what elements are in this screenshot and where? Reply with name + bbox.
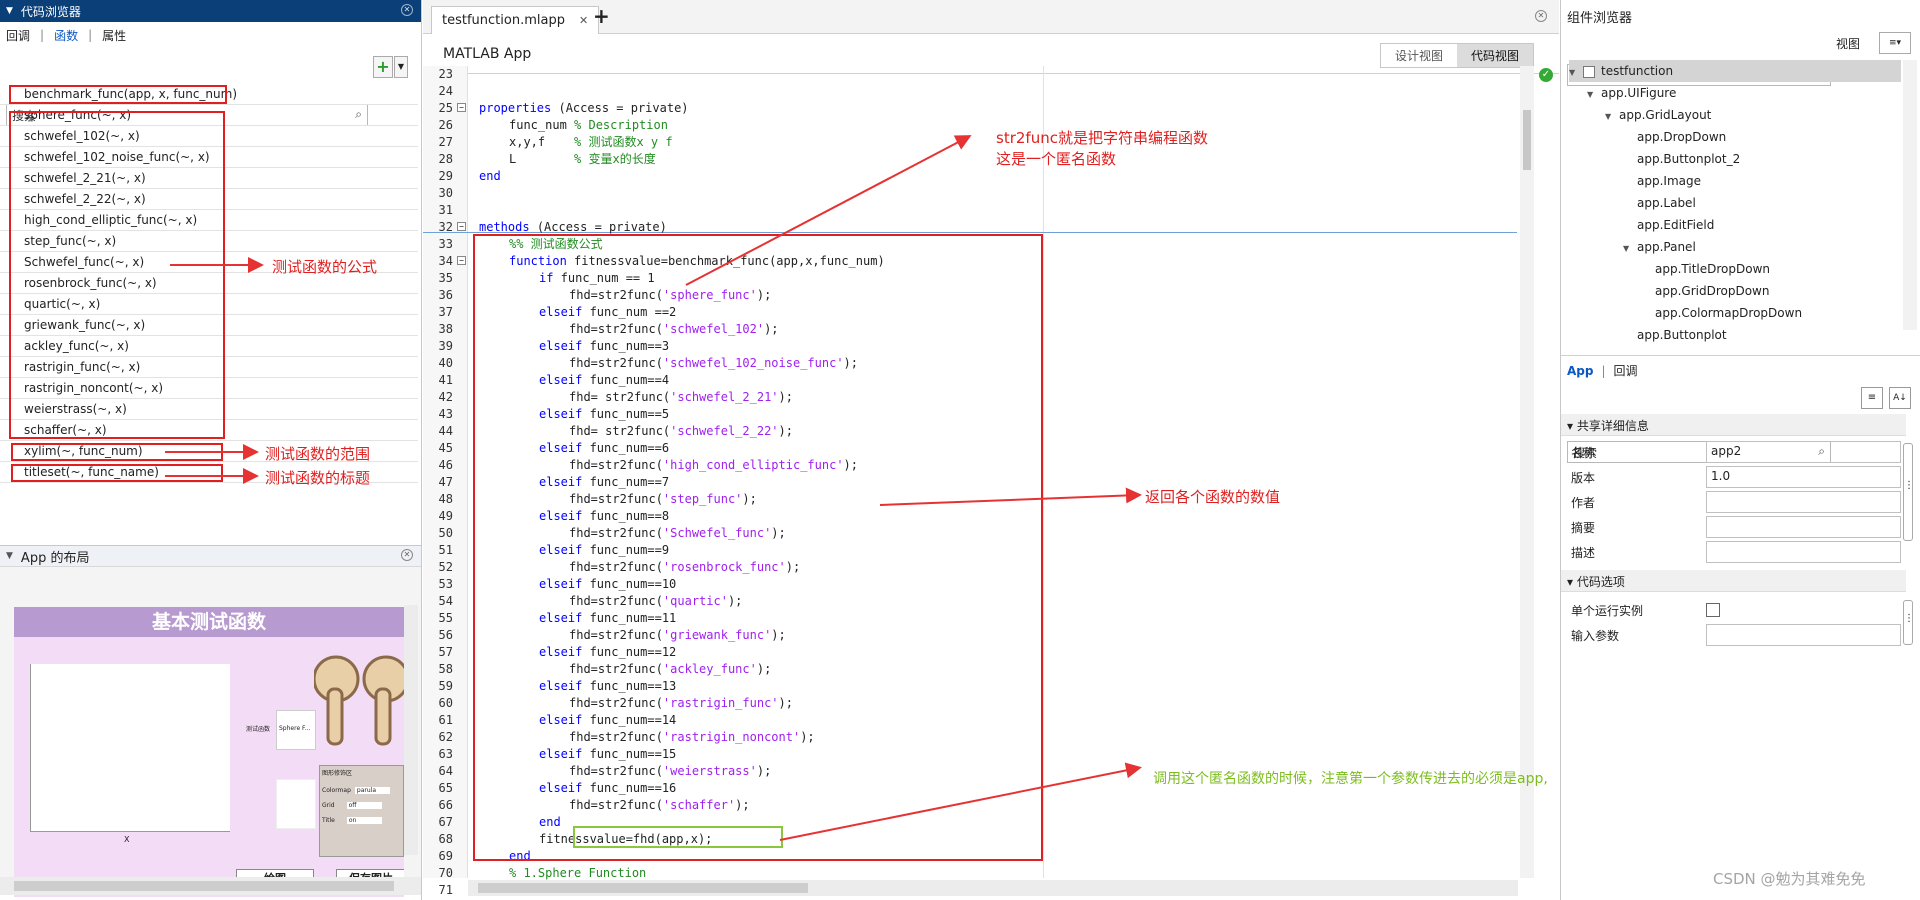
tree-node[interactable]: app.DropDown [1623,126,1901,148]
expand-chevron-icon[interactable]: ▼ [1587,84,1601,106]
tree-node[interactable]: app.Buttonplot_2 [1623,148,1901,170]
property-label: 描述 [1571,546,1596,560]
list-view-icon[interactable]: ≡ [1861,387,1883,409]
section-shared-details[interactable]: ▾ 共享详细信息 [1561,414,1906,436]
tree-node[interactable]: app.ColormapDropDown [1641,302,1901,324]
tab-app[interactable]: App [1567,364,1593,378]
tree-node-label: app.GridDropDown [1655,284,1770,298]
watermark: CSDN @勉为其难免免 [1713,870,1866,888]
single-instance-label: 单个运行实例 [1571,604,1644,618]
tree-node[interactable]: ▼ app.UIFigure [1587,82,1901,104]
tree-node[interactable]: app.Image [1623,170,1901,192]
tree-node-label: app.Label [1637,196,1696,210]
section-code-options[interactable]: ▾ 代码选项 [1561,570,1906,592]
component-tree: ▼ testfunction ▼ app.UIFigure ▼ app.GridLayou… [1561,60,1901,354]
tree-node-label: app.Image [1637,174,1701,188]
tree-node-label: app.Buttonplot [1637,328,1727,342]
inspector-tabs: App | 回调 [1561,355,1920,385]
app-file-icon [1583,65,1595,78]
component-browser-title: 组件浏览器 [1567,10,1633,26]
single-instance-checkbox[interactable] [1706,603,1720,617]
field-scroll-handle[interactable]: ⋮ [1903,443,1914,541]
property-row: 作者 [1561,490,1901,515]
tree-node-label: app.Panel [1637,240,1696,254]
tree-node-label: app.UIFigure [1601,86,1677,100]
sort-icon[interactable]: A↓ [1889,387,1911,409]
tree-node[interactable]: app.GridDropDown [1641,280,1901,302]
expand-chevron-icon[interactable]: ▼ [1623,238,1637,260]
tree-node[interactable]: app.Buttonplot [1623,324,1901,346]
section-code-options-label: 代码选项 [1576,575,1625,589]
property-row: 版本 1.0 [1561,465,1901,490]
property-value-field[interactable] [1706,491,1901,513]
property-row: 名称 app2 [1561,440,1901,465]
tab-callbacks-inspector[interactable]: 回调 [1614,362,1638,379]
component-browser-panel: 组件浏览器 搜索 ⌕ 视图 ≡▾ ▼testfunction▼app.UIFig… [1560,0,1920,900]
tree-node-label: app.EditField [1637,218,1715,232]
view-label: 视图 [1836,37,1861,51]
single-instance-row: 单个运行实例 [1561,598,1901,623]
input-params-row: 输入参数 [1561,623,1901,648]
property-value-field[interactable] [1706,541,1901,563]
tree-node-label: app.Buttonplot_2 [1637,152,1741,166]
tree-node[interactable]: app.EditField [1623,214,1901,236]
expand-chevron-icon[interactable]: ▼ [1605,106,1619,128]
tree-node-label: testfunction [1601,64,1674,78]
section-shared-details-label: 共享详细信息 [1576,419,1649,433]
component-browser-header: 组件浏览器 [1561,0,1920,32]
property-value-field[interactable]: 1.0 [1706,466,1901,488]
property-label: 版本 [1571,471,1596,485]
property-row: 摘要 [1561,515,1901,540]
tree-node[interactable]: app.Label [1623,192,1901,214]
tree-node-label: app.ColormapDropDown [1655,306,1803,320]
tree-node-label: app.TitleDropDown [1655,262,1770,276]
property-label: 摘要 [1571,521,1596,535]
expand-chevron-icon[interactable]: ▼ [1569,62,1583,84]
input-params-label: 输入参数 [1571,629,1620,643]
tree-node[interactable]: ▼ app.Panel [1623,236,1901,258]
property-row: 描述 [1561,540,1901,565]
tree-node-label: app.GridLayout [1619,108,1712,122]
input-params-field[interactable] [1706,624,1901,646]
tree-node[interactable]: app.TitleDropDown [1641,258,1901,280]
options-scroll-handle[interactable]: ⋮ [1903,600,1914,645]
property-value-field[interactable]: app2 [1706,441,1901,463]
property-label: 名称 [1571,446,1596,460]
property-label: 作者 [1571,496,1596,510]
tree-scrollbar[interactable] [1903,60,1917,330]
tree-node-label: app.DropDown [1637,130,1727,144]
tree-node[interactable]: ▼ testfunction [1569,60,1901,82]
tree-node[interactable]: ▼ app.GridLayout [1605,104,1901,126]
view-dropdown[interactable]: ≡▾ [1879,32,1911,54]
property-value-field[interactable] [1706,516,1901,538]
